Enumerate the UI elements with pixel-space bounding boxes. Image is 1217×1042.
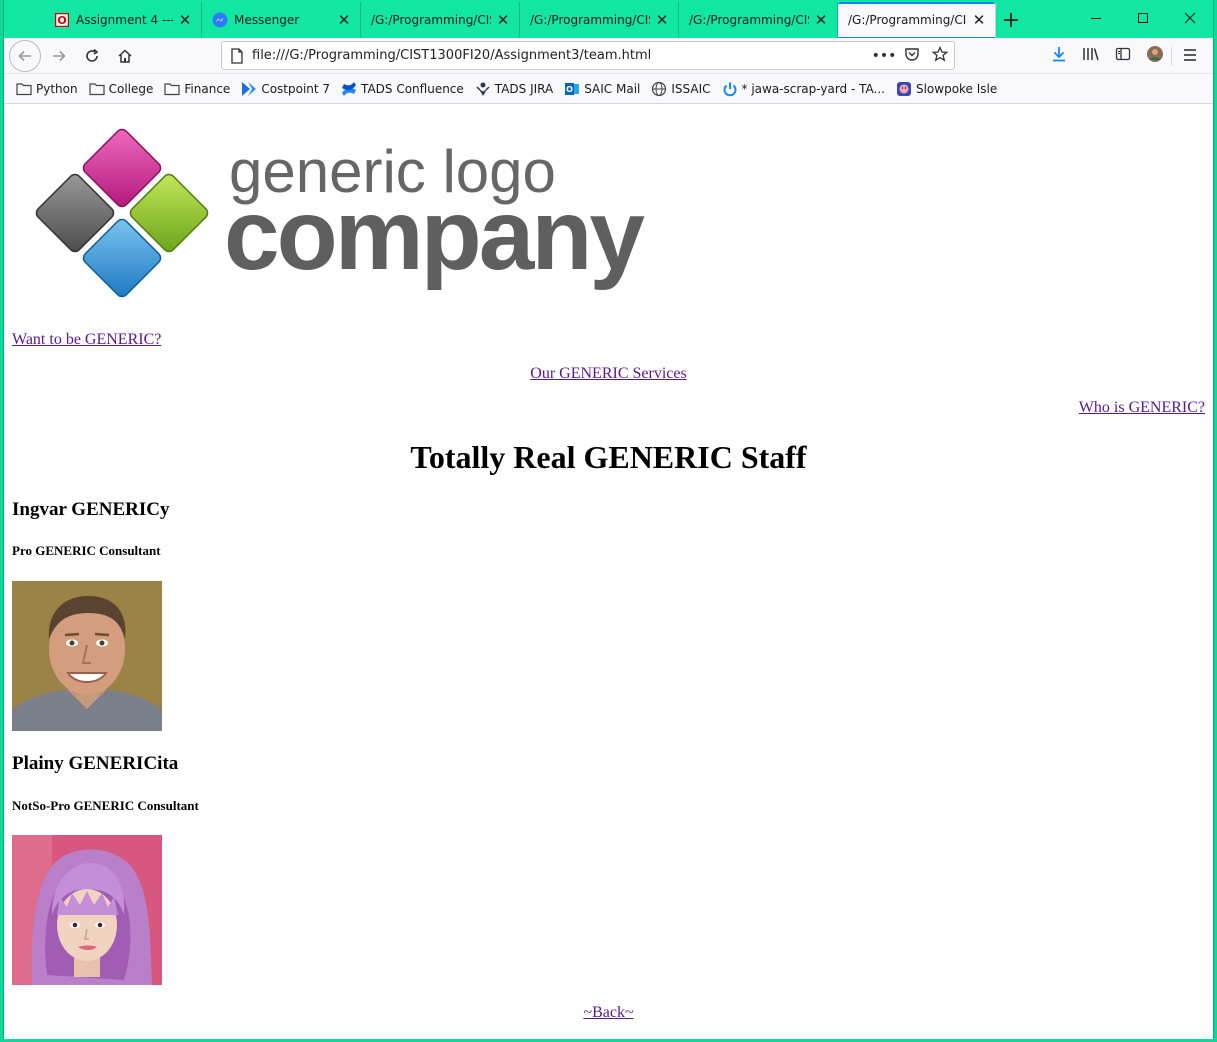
tab-title: Messenger bbox=[234, 13, 300, 27]
bookmark-label: Python bbox=[36, 81, 78, 96]
bookmark-label: * jawa-scrap-yard - TA... bbox=[741, 81, 885, 96]
url-bar[interactable]: ••• bbox=[221, 41, 955, 70]
tab-assignment[interactable]: O Assignment 4 --- C ✕ bbox=[44, 2, 202, 38]
bookmark-college[interactable]: College bbox=[89, 81, 154, 97]
jira-icon bbox=[475, 81, 491, 97]
page-icon bbox=[222, 47, 252, 64]
close-icon[interactable]: ✕ bbox=[336, 11, 352, 29]
who-link[interactable]: Who is GENERIC? bbox=[1079, 399, 1205, 417]
download-icon[interactable] bbox=[1043, 46, 1075, 66]
tab-title: /G:/Programming/CIST bbox=[371, 13, 491, 27]
close-icon[interactable]: ✕ bbox=[813, 11, 829, 29]
member-role: Pro GENERIC Consultant bbox=[12, 543, 161, 558]
tab-file-active[interactable]: /G:/Programming/CIST ✕ bbox=[838, 2, 996, 38]
bookmark-label: TADS Confluence bbox=[361, 81, 464, 96]
tab-strip: O Assignment 4 --- C ✕ Messenger ✕ /G:/P… bbox=[4, 0, 1213, 38]
bookmark-label: TADS JIRA bbox=[494, 81, 554, 96]
home-button[interactable] bbox=[110, 41, 140, 71]
window-controls bbox=[1072, 0, 1213, 36]
globe-icon bbox=[651, 81, 667, 97]
tab-title: Assignment 4 --- C bbox=[76, 13, 173, 27]
minimize-button[interactable] bbox=[1072, 0, 1119, 36]
reload-icon bbox=[86, 48, 99, 62]
close-window-button[interactable] bbox=[1166, 0, 1213, 36]
tab-title: /G:/Programming/CIST bbox=[689, 13, 809, 27]
member-name: Ingvar GENERICy bbox=[12, 499, 170, 520]
bookmark-issaic[interactable]: ISSAIC bbox=[651, 81, 711, 97]
svg-text:O: O bbox=[566, 85, 573, 94]
logo-text-line2: company bbox=[224, 179, 645, 291]
back-button[interactable] bbox=[9, 39, 41, 72]
messenger-icon bbox=[212, 12, 228, 28]
close-icon[interactable]: ✕ bbox=[971, 11, 987, 29]
hamburger-menu-icon[interactable] bbox=[1171, 46, 1207, 66]
forward-arrow-icon bbox=[53, 50, 66, 61]
browser-window: O Assignment 4 --- C ✕ Messenger ✕ /G:/P… bbox=[3, 0, 1214, 1039]
want-link[interactable]: Want to be GENERIC? bbox=[12, 331, 161, 349]
bookmark-python[interactable]: Python bbox=[16, 81, 78, 97]
member-role: NotSo-Pro GENERIC Consultant bbox=[12, 798, 199, 813]
new-tab-button[interactable]: + bbox=[996, 2, 1026, 38]
services-link[interactable]: Our GENERIC Services bbox=[530, 365, 686, 382]
close-icon[interactable]: ✕ bbox=[495, 11, 511, 29]
page-content: generic logo company Want to be GENERIC?… bbox=[4, 104, 1213, 1039]
maximize-button[interactable] bbox=[1119, 0, 1166, 36]
bookmark-label: Finance bbox=[184, 81, 231, 96]
unomaha-icon: O bbox=[54, 12, 70, 28]
folder-icon bbox=[89, 81, 105, 97]
svg-text:O: O bbox=[57, 14, 66, 27]
bookmark-label: ISSAIC bbox=[671, 81, 711, 96]
page-title: Totally Real GENERIC Staff bbox=[410, 439, 807, 475]
bookmark-jira[interactable]: TADS JIRA bbox=[475, 81, 553, 97]
pocket-icon[interactable] bbox=[898, 46, 926, 66]
bookmark-label: SAIC Mail bbox=[584, 81, 641, 96]
bookmark-label: College bbox=[108, 81, 154, 96]
bookmark-saic-mail[interactable]: O SAIC Mail bbox=[564, 81, 640, 97]
forward-button[interactable] bbox=[44, 41, 74, 71]
member-photo-woman bbox=[12, 835, 162, 985]
tab-messenger[interactable]: Messenger ✕ bbox=[202, 2, 361, 38]
slowpoke-icon bbox=[896, 81, 912, 97]
power-icon bbox=[722, 81, 738, 97]
bookmark-label: Costpoint 7 bbox=[261, 81, 331, 96]
bookmark-label: Slowpoke Isle bbox=[915, 81, 998, 96]
services-link-row: Our GENERIC Services bbox=[4, 365, 1213, 383]
home-icon bbox=[118, 48, 132, 63]
close-icon[interactable]: ✕ bbox=[177, 11, 193, 29]
back-link[interactable]: ~Back~ bbox=[583, 1004, 633, 1021]
folder-icon bbox=[16, 81, 32, 97]
bookmark-slowpoke[interactable]: Slowpoke Isle bbox=[896, 81, 997, 97]
bookmark-costpoint[interactable]: Costpoint 7 bbox=[241, 81, 330, 97]
member-photo-man bbox=[12, 581, 162, 731]
nav-toolbar: ••• bbox=[4, 38, 1213, 74]
bookmark-star-icon[interactable] bbox=[926, 45, 954, 66]
costpoint-icon bbox=[241, 81, 257, 97]
member-name: Plainy GENERICita bbox=[12, 753, 179, 774]
url-input[interactable] bbox=[252, 48, 870, 63]
close-icon[interactable]: ✕ bbox=[654, 11, 670, 29]
bookmarks-bar: Python College Finance Costpoint 7 TADS … bbox=[4, 74, 1213, 104]
back-link-row: ~Back~ bbox=[4, 1004, 1213, 1022]
outlook-icon: O bbox=[564, 81, 580, 97]
toolbar-right bbox=[1043, 41, 1207, 71]
tab-file-3[interactable]: /G:/Programming/CIST ✕ bbox=[679, 2, 838, 38]
bookmark-confluence[interactable]: TADS Confluence bbox=[341, 81, 464, 97]
tab-file-2[interactable]: /G:/Programming/CIST ✕ bbox=[520, 2, 679, 38]
library-icon[interactable] bbox=[1075, 46, 1107, 66]
bookmark-jawa[interactable]: * jawa-scrap-yard - TA... bbox=[722, 81, 885, 97]
more-actions-icon[interactable]: ••• bbox=[870, 48, 898, 64]
sidebar-icon[interactable] bbox=[1107, 46, 1139, 66]
company-logo: generic logo company bbox=[24, 124, 704, 304]
tab-title: /G:/Programming/CIST bbox=[530, 13, 650, 27]
reload-button[interactable] bbox=[77, 41, 107, 71]
back-arrow-icon bbox=[18, 50, 31, 61]
tab-file-1[interactable]: /G:/Programming/CIST ✕ bbox=[361, 2, 520, 38]
bookmark-finance[interactable]: Finance bbox=[164, 81, 230, 97]
tab-title: /G:/Programming/CIST bbox=[848, 13, 967, 27]
folder-icon bbox=[164, 81, 180, 97]
confluence-icon bbox=[341, 81, 357, 97]
account-avatar-icon[interactable] bbox=[1139, 45, 1171, 67]
